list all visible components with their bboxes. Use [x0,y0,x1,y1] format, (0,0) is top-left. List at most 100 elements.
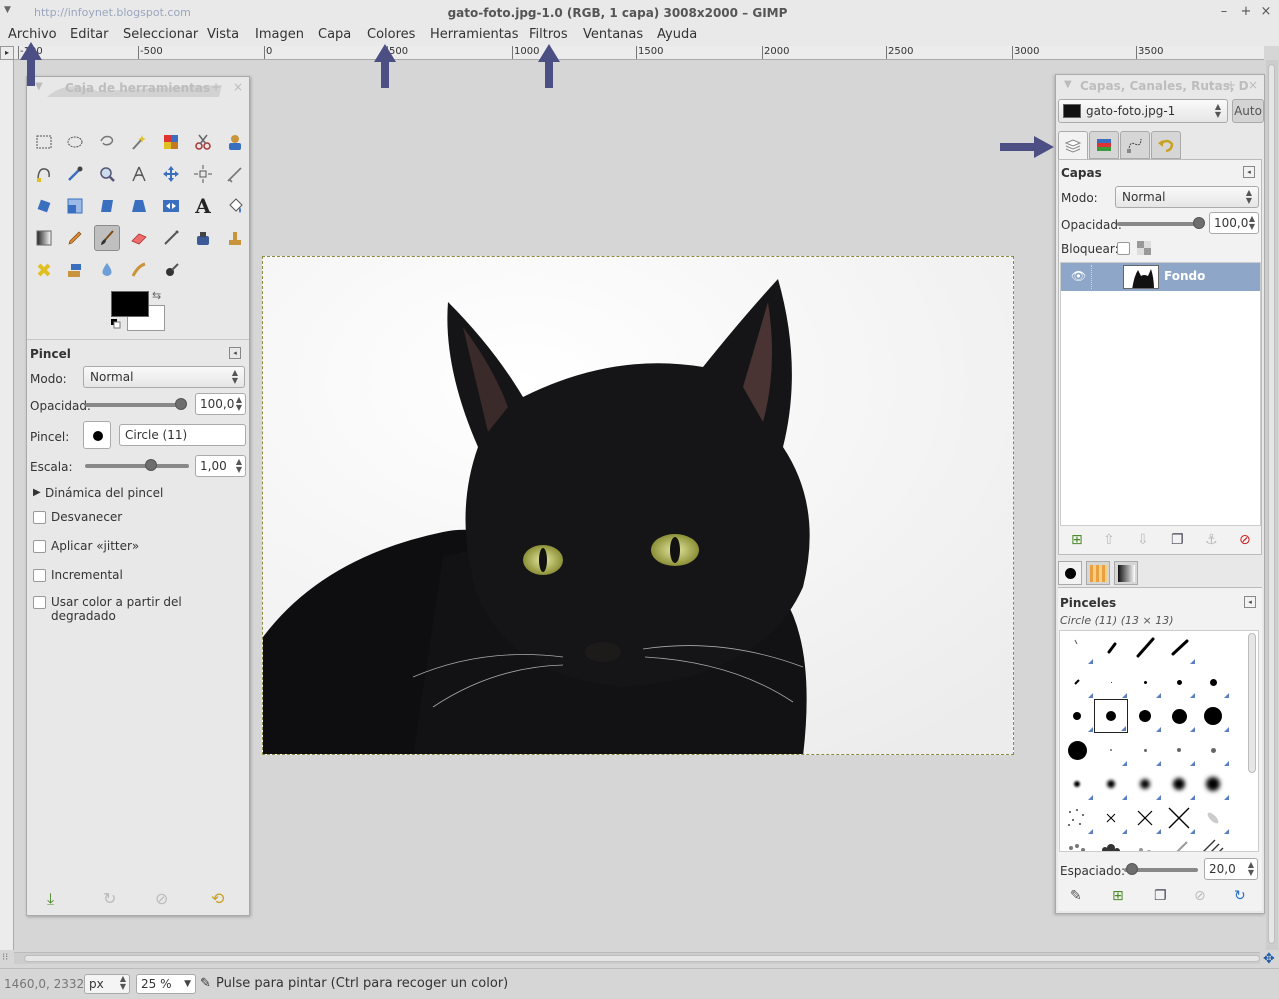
minimize-icon[interactable]: – [1216,4,1232,19]
close-icon[interactable]: × [233,80,243,94]
brush-item[interactable] [1060,665,1094,699]
save-options-icon[interactable]: ⤓ [47,889,54,909]
menu-herramientas[interactable]: Herramientas [430,27,519,42]
brush-item[interactable] [1162,733,1196,767]
measure-icon[interactable] [126,161,152,187]
shear-icon[interactable] [94,193,120,219]
foreground-select-icon[interactable] [222,129,248,155]
unit-selector[interactable]: px ▲ ▼ [84,974,130,994]
anchor-layer-icon[interactable]: ⚓ [1205,532,1218,548]
incremental-checkbox[interactable] [33,569,46,582]
brush-item[interactable] [1094,733,1128,767]
vertical-scrollbar[interactable] [1266,60,1278,950]
brush-item[interactable] [1196,801,1230,835]
layer-opacity-spinbox[interactable]: 100,0 ▲ ▼ [1209,212,1259,234]
select-by-color-icon[interactable] [158,129,184,155]
opacity-spinbox[interactable]: 100,0 ▲ ▼ [195,393,246,415]
brush-item[interactable] [1196,665,1230,699]
tab-undo-history[interactable] [1151,131,1181,159]
menu-colores[interactable]: Colores [367,27,415,42]
horizontal-scroll-thumb[interactable] [24,955,1260,962]
brush-item[interactable] [1196,833,1230,851]
paintbrush-icon[interactable] [94,225,120,251]
eraser-icon[interactable] [126,225,152,251]
smudge-icon[interactable] [126,257,152,283]
duplicate-layer-icon[interactable]: ❐ [1171,532,1184,548]
dock-menu-icon[interactable]: ▼ [1064,79,1072,90]
quick-mask-icon[interactable]: ⁝⁝ [2,952,8,963]
brush-item[interactable] [1060,733,1094,767]
brush-item[interactable] [1094,767,1128,801]
brush-item[interactable] [1196,767,1230,801]
ellipse-select-icon[interactable] [62,129,88,155]
brush-item[interactable] [1162,665,1196,699]
delete-brush-icon[interactable]: ⊘ [1194,888,1206,904]
brush-item[interactable] [1196,699,1230,733]
align-icon[interactable] [190,161,216,187]
layer-row[interactable]: 👁 Fondo [1061,263,1260,291]
toolbox-titlebar[interactable]: ▼ Caja de herramientas + × [27,77,249,99]
refresh-brushes-icon[interactable]: ↻ [1234,888,1246,904]
pin-icon[interactable]: + [211,80,221,94]
delete-options-icon[interactable]: ⊘ [155,889,168,908]
tab-brushes[interactable] [1058,561,1082,585]
maximize-icon[interactable]: + [1238,4,1254,19]
blend-icon[interactable] [31,225,57,251]
panel-menu-icon[interactable]: ◂ [1243,166,1255,178]
scale-slider-knob[interactable] [145,459,157,471]
brush-item[interactable] [1162,801,1196,835]
rect-select-icon[interactable] [31,129,57,155]
scale-icon[interactable] [62,193,88,219]
brush-name-field[interactable]: Circle (11) [119,424,246,446]
foreground-color-swatch[interactable] [111,291,149,317]
dodge-burn-icon[interactable] [158,257,184,283]
paths-icon[interactable] [31,161,57,187]
eye-icon[interactable]: 👁 [1071,269,1086,283]
scale-spinbox[interactable]: 1,00 ▲ ▼ [195,455,246,477]
blur-icon[interactable] [94,257,120,283]
duplicate-brush-icon[interactable]: ❐ [1154,888,1167,904]
ink-icon[interactable] [190,225,216,251]
swap-colors-icon[interactable]: ⇆ [152,289,161,302]
layer-mode-select[interactable]: Normal ▲ ▼ [1115,186,1259,208]
layer-opacity-knob[interactable] [1193,217,1205,229]
chain-toggle[interactable] [1091,265,1115,289]
brush-preview-button[interactable] [83,421,111,449]
scissors-icon[interactable] [190,129,216,155]
brush-item[interactable] [1128,665,1162,699]
new-layer-icon[interactable]: ⊞ [1071,532,1083,548]
spacing-spinbox[interactable]: 20,0 ▲ ▼ [1204,858,1258,880]
brush-item[interactable] [1060,801,1094,835]
delete-layer-icon[interactable]: ⊘ [1239,532,1251,548]
move-icon[interactable] [158,161,184,187]
reset-colors-icon[interactable] [111,319,121,329]
flip-icon[interactable] [158,193,184,219]
perspective-clone-icon[interactable] [62,257,88,283]
rotate-icon[interactable] [31,193,57,219]
menu-seleccionar[interactable]: Seleccionar [123,27,198,42]
lock-pixels-checkbox[interactable] [1117,242,1130,255]
brush-item[interactable] [1094,631,1128,665]
brush-item[interactable] [1196,733,1230,767]
brush-item[interactable] [1162,833,1196,851]
lock-alpha-icon[interactable] [1137,241,1151,255]
edit-brush-icon[interactable]: ✎ [1070,888,1082,904]
brush-item[interactable] [1128,801,1162,835]
dynamics-label[interactable]: Dinámica del pincel [45,486,163,500]
menu-capa[interactable]: Capa [318,27,351,42]
tab-paths[interactable] [1120,131,1150,159]
brush-grid-scrollbar[interactable] [1248,633,1256,773]
brush-item[interactable] [1094,801,1128,835]
jitter-checkbox[interactable] [33,540,46,553]
expander-icon[interactable]: ▶ [33,487,41,498]
reset-options-icon[interactable]: ⟲ [211,889,224,908]
brush-item[interactable] [1094,665,1128,699]
restore-options-icon[interactable]: ↻ [103,889,116,908]
brush-item[interactable] [1162,631,1196,665]
layers-dock-titlebar[interactable]: ▼ Capas, Canales, Rutas, D + × [1056,75,1264,97]
opacity-slider[interactable] [85,398,187,410]
menu-editar[interactable]: Editar [70,27,109,42]
brush-item[interactable] [1060,699,1094,733]
crop-icon[interactable] [222,161,248,187]
opacity-slider-knob[interactable] [175,398,187,410]
